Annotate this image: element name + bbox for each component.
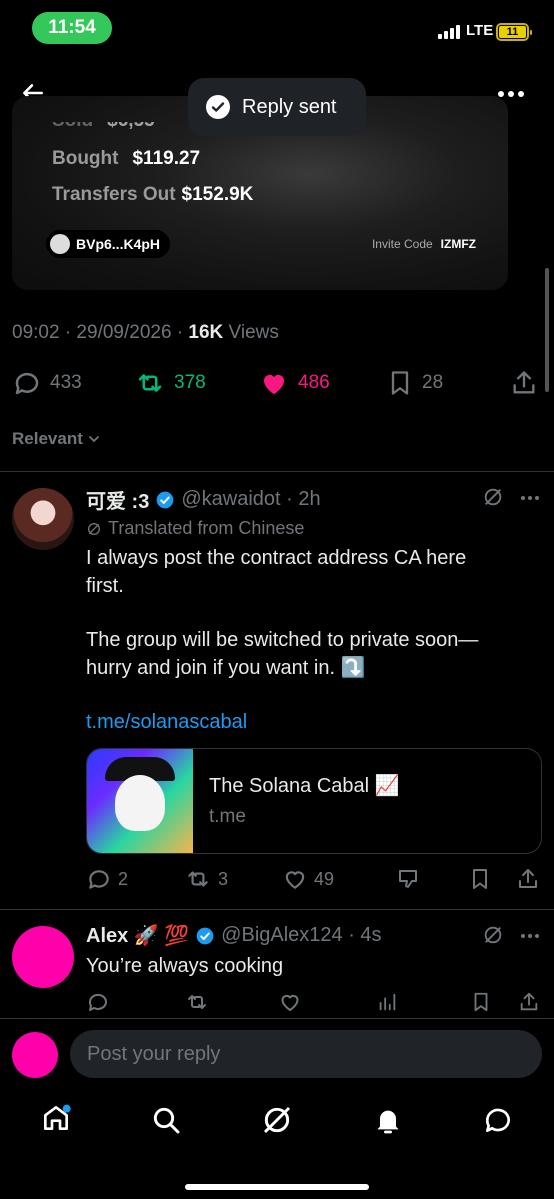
scroll-indicator	[545, 268, 549, 392]
reply-input[interactable]: Post your reply	[70, 1030, 542, 1078]
translate-icon	[88, 522, 100, 535]
checkmark-icon	[206, 95, 230, 119]
battery-level: 11	[499, 26, 526, 38]
home-indicator	[185, 1184, 369, 1190]
bookmark-button[interactable]: 28	[386, 368, 443, 398]
link-preview-domain: t.me	[209, 806, 246, 827]
post-meta: 09:02 · 29/09/2026 · 16K Views	[12, 322, 279, 343]
card-partial-row: Sold $6,55	[52, 110, 155, 131]
sort-dropdown[interactable]: Relevant	[12, 429, 101, 449]
reply1-name[interactable]: 可爱 :3	[86, 485, 149, 514]
wallet-avatar	[50, 234, 70, 254]
more-options-icon[interactable]	[497, 90, 525, 98]
messages-tab-icon[interactable]	[482, 1104, 514, 1136]
heart-filled-icon	[264, 374, 284, 395]
reply1-bookmark-icon[interactable]	[468, 866, 492, 892]
verified-badge-icon	[196, 927, 214, 944]
reply2-bookmark-icon[interactable]	[470, 990, 492, 1014]
reply2-header: Alex 🚀 💯 @BigAlex124 · 4s	[86, 923, 382, 948]
link-preview-title: The Solana Cabal 📈	[209, 775, 400, 797]
downvote-icon[interactable]	[396, 866, 420, 892]
reply2-handle: @BigAlex124 · 4s	[221, 924, 382, 946]
reply1-link[interactable]: t.me/solanascabal	[86, 708, 526, 736]
translated-label[interactable]: Translated from Chinese	[86, 518, 304, 539]
card-transfers-row: Transfers Out $152.9K	[52, 184, 254, 205]
divider	[0, 471, 554, 472]
reply2-text: You’re always cooking	[86, 955, 284, 977]
reply1-handle: @kawaidot · 2h	[181, 488, 321, 510]
battery-icon: 11	[496, 23, 532, 41]
user-avatar-bigalex[interactable]	[12, 926, 74, 988]
user-avatar-kawaidot[interactable]	[12, 488, 74, 550]
invite-code: Invite Code IZMFZ	[371, 237, 476, 251]
views-chart-icon[interactable]	[376, 990, 398, 1014]
home-tab-icon[interactable]	[40, 1102, 72, 1134]
reply1-repost-button[interactable]: 3	[184, 866, 228, 892]
repost-button[interactable]: 378	[134, 368, 206, 398]
status-time: 11:54	[32, 12, 112, 44]
reply2-more-icon[interactable]	[520, 933, 540, 939]
reply-icon	[89, 870, 109, 889]
reply-button[interactable]: 433	[12, 368, 82, 398]
card-bought-row: Bought $119.27	[52, 148, 201, 169]
reply2-reply-icon[interactable]	[86, 990, 110, 1014]
like-button[interactable]: 486	[258, 368, 330, 398]
reply1-share-icon[interactable]	[516, 866, 540, 892]
reply-sent-toast: Reply sent	[188, 78, 366, 136]
reply2-like-icon[interactable]	[278, 990, 302, 1014]
divider	[0, 1018, 554, 1019]
notifications-tab-icon[interactable]	[372, 1104, 404, 1136]
repost-icon	[188, 871, 208, 887]
chevron-down-icon	[88, 436, 99, 443]
toast-label: Reply sent	[242, 95, 337, 118]
divider	[0, 909, 554, 910]
grok-icon[interactable]	[482, 486, 504, 508]
reply2-repost-icon[interactable]	[184, 990, 210, 1014]
repost-icon	[138, 374, 162, 392]
link-preview-card[interactable]: The Solana Cabal 📈 t.me	[86, 748, 542, 854]
bookmark-icon	[391, 371, 409, 395]
signal-icon	[438, 25, 460, 39]
reply1-like-button[interactable]: 49	[282, 866, 334, 892]
reply-icon	[15, 372, 39, 395]
reply2-share-icon[interactable]	[518, 990, 540, 1014]
verified-badge-icon	[157, 491, 174, 508]
reply1-reply-button[interactable]: 2	[86, 866, 128, 892]
heart-icon	[285, 871, 305, 889]
sort-label: Relevant	[12, 429, 83, 448]
reply1-more-icon[interactable]	[520, 495, 540, 501]
link-preview-image	[87, 749, 193, 853]
network-label: LTE	[466, 22, 494, 39]
reply1-text: I always post the contract address CA he…	[86, 544, 526, 736]
grok-icon[interactable]	[482, 924, 504, 946]
wallet-address: BVp6...K4pH	[76, 236, 161, 252]
grok-tab-icon[interactable]	[261, 1104, 293, 1136]
share-button[interactable]	[510, 368, 538, 398]
share-icon	[513, 371, 535, 394]
search-tab-icon[interactable]	[150, 1104, 182, 1136]
reply1-header: 可爱 :3 @kawaidot · 2h	[86, 485, 321, 514]
my-avatar	[12, 1032, 58, 1078]
reply2-name[interactable]: Alex 🚀 💯	[86, 923, 189, 948]
wallet-address-pill: BVp6...K4pH	[46, 230, 171, 258]
